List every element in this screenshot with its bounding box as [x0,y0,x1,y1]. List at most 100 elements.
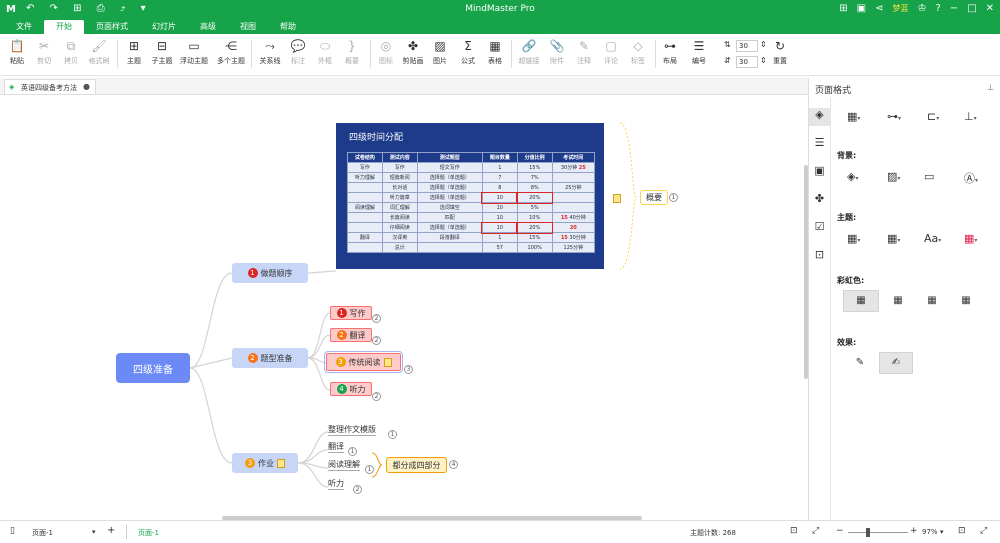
homework-summary-badge[interactable]: 4 [449,460,458,469]
list-icon[interactable]: ☰ [809,136,830,154]
tab-advanced[interactable]: 高级 [188,20,228,34]
reset-button[interactable]: ↻ 重置 [765,38,795,66]
paste-button[interactable]: 📋 粘贴 [2,38,32,66]
help-icon[interactable]: ? [935,3,940,14]
bg-image-icon[interactable]: ▨▾ [887,170,900,183]
user-name[interactable]: 梦蓝 [892,3,908,14]
floating-topic-button[interactable]: ▭ 浮动主题 [179,38,209,66]
subtopic-essay-template[interactable]: 整理作文模版 [328,424,376,436]
page-format-icon[interactable]: ◈ [809,108,830,126]
structure-icon[interactable]: ▦▾ [847,110,860,123]
topic-button[interactable]: ⊞ 主题 [119,38,149,66]
zoom-in-icon[interactable]: + [910,526,918,536]
pin-icon[interactable]: ⊥ [987,83,994,92]
fill-color-icon[interactable]: ◈▾ [847,170,858,183]
maximize-icon[interactable]: □ [967,3,976,14]
attachment-button[interactable]: 📎 附件 [542,38,572,66]
tab-help[interactable]: 帮助 [268,20,308,34]
fit-page-icon[interactable]: ⊡ [958,526,966,536]
essay-template-badge[interactable]: 1 [388,430,397,439]
tag-button[interactable]: ◇ 标签 [623,38,653,66]
formula-button[interactable]: Σ 公式 [453,38,483,66]
format-brush-button[interactable]: 🖌 格式刷 [84,38,114,66]
connector-icon[interactable]: ⊏▾ [927,110,939,123]
map-icon[interactable]: ▣ [809,164,830,182]
present-icon[interactable]: ▣ [857,3,866,14]
summary-badge[interactable]: 1 [669,193,678,202]
table-button[interactable]: ▦ 表格 [480,38,510,66]
tab-file[interactable]: 文件 [4,20,44,34]
font-size-input-1[interactable]: 30 [736,40,758,52]
cut-button[interactable]: ✂ 剪切 [29,38,59,66]
subtopic-listening-badge[interactable]: 2 [372,392,381,401]
fullscreen-status-icon[interactable]: ⤢ [980,526,987,536]
close-icon[interactable]: ✕ [986,3,994,14]
share-icon[interactable]: ⋖ [875,3,883,14]
image-button[interactable]: ▨ 图片 [425,38,455,66]
rainbow-option-4[interactable]: ▦ [949,290,983,312]
page-select[interactable]: 页面-1 [32,528,53,538]
subtopic-reading-badge[interactable]: 3 [404,365,413,374]
theme-color-icon[interactable]: ▦▾ [964,232,977,245]
outline-button[interactable]: ⬭ 外框 [310,38,340,66]
effect-normal-icon[interactable]: ✎ [843,352,877,374]
expand-icon[interactable]: ⤢ [812,526,819,536]
zoom-out-icon[interactable]: − [836,526,844,536]
hyperlink-button[interactable]: 🔗 超链接 [514,38,544,66]
document-tab[interactable]: ◈ 英语四级备考方法 ● [4,79,96,94]
mindmap-canvas[interactable]: 四级准备 1 做题顺序 四级时间分配 试卷结构 测试内容 测试题型 题目数量 分值比例… [0,95,808,520]
icon-button[interactable]: ◎ 图标 [371,38,401,66]
summary-topic[interactable]: 概要 [640,190,668,205]
branch-topic-homework[interactable]: 3 作业 [232,453,298,473]
text-watermark-icon[interactable]: Ⓐ▾ [964,170,978,186]
task-icon[interactable]: ☑ [809,220,830,238]
page-dropdown-icon[interactable]: ▾ [92,528,96,536]
note-icon[interactable] [613,194,621,203]
watermark-icon[interactable]: ▭ [924,170,934,183]
hw-translation-badge[interactable]: 1 [348,447,357,456]
tab-page-style[interactable]: 页面样式 [84,20,140,34]
embedded-image-time-allocation[interactable]: 四级时间分配 试卷结构 测试内容 测试题型 题目数量 分值比例 考试时间 写作 写作 短文写… [336,123,604,269]
hierarchy-icon[interactable]: ⊶▾ [887,110,901,123]
rainbow-option-3[interactable]: ▦ [915,290,949,312]
copy-button[interactable]: ⧉ 拷贝 [56,38,86,66]
page-tab[interactable]: 页面-1 [138,528,159,538]
add-page-icon[interactable]: + [107,525,115,536]
subtopic-listening[interactable]: 4 听力 [330,382,372,396]
branch-topic-question-types[interactable]: 2 题型准备 [232,348,308,368]
comment-button[interactable]: ▢ 评论 [596,38,626,66]
clipart-button[interactable]: ✤ 剪贴画 [398,38,428,66]
subtopic-reading-comprehension[interactable]: 阅读理解 [328,459,360,471]
branch-topic-order[interactable]: 1 做题顺序 [232,263,308,283]
rainbow-option-1[interactable]: ▦ [843,290,879,312]
subtopic-hw-listening[interactable]: 听力 [328,478,344,490]
summary-button[interactable]: } 概要 [337,38,367,66]
root-topic[interactable]: 四级准备 [116,353,190,383]
subtopic-traditional-reading[interactable]: 3 传统阅读 [324,351,403,373]
homework-summary-topic[interactable]: 都分成四部分 [386,457,447,473]
fullscreen-icon[interactable]: ⊞ [839,3,847,14]
theme-font-icon[interactable]: Aa▾ [924,232,941,245]
subtopic-hw-translation[interactable]: 翻译 [328,441,344,453]
branch-icon[interactable]: ⊥▾ [964,110,977,123]
relation-button[interactable]: ⤳ 关系线 [255,38,285,66]
multi-topic-button[interactable]: ⋲ 多个主题 [216,38,246,66]
tab-view[interactable]: 视图 [228,20,268,34]
unsaved-dot-icon[interactable]: ● [83,82,90,91]
subtopic-writing[interactable]: 1 写作 [330,306,372,320]
rainbow-option-2[interactable]: ▦ [881,290,915,312]
minimize-icon[interactable]: − [950,3,958,14]
effect-hand-drawn-icon[interactable]: ✍ [879,352,913,374]
clipart-side-icon[interactable]: ✤ [809,192,830,210]
theme-style-icon[interactable]: ▦▾ [887,232,900,245]
zoom-dropdown-icon[interactable]: ▾ [940,528,944,536]
panel-toggle-icon[interactable]: ▯ [10,526,15,536]
theme-layout-icon[interactable]: ▦▾ [847,232,860,245]
callout-button[interactable]: 💬 标注 [283,38,313,66]
slide-icon[interactable]: ⊡ [809,248,830,266]
hw-listening-badge[interactable]: 2 [353,485,362,494]
subtopic-writing-badge[interactable]: 2 [372,314,381,323]
layout-button[interactable]: ⊶ 布局 [655,38,685,66]
shirt-icon[interactable]: ♔ [917,3,926,14]
subtopic-button[interactable]: ⊟ 子主题 [147,38,177,66]
